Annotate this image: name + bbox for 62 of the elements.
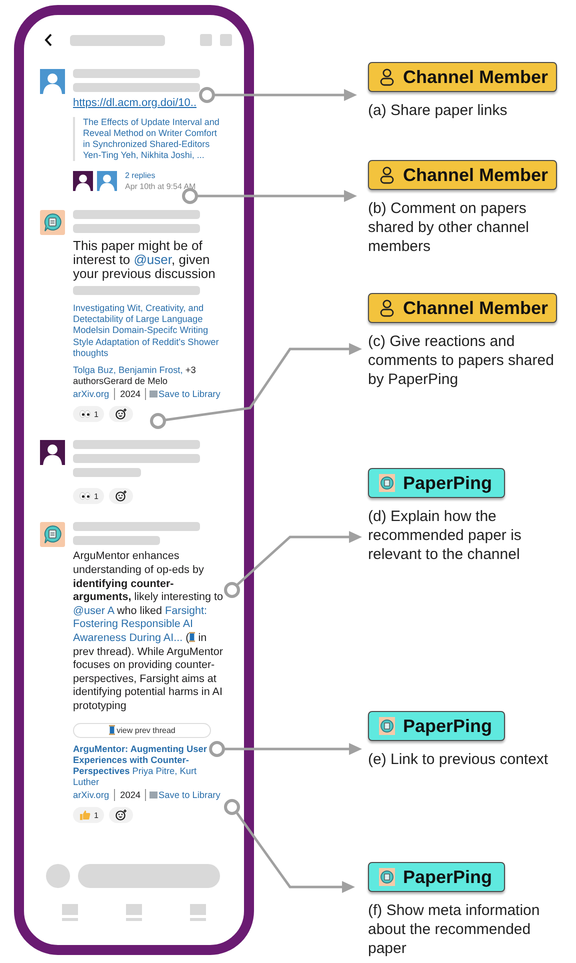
annotation-text: (c) Give reactions and comments to papers shared by PaperPing — [368, 332, 555, 389]
annotation-text: (f) Show meta information about the recommended paper — [368, 901, 541, 958]
bot-icon — [379, 474, 395, 492]
placeholder-tab-icon — [190, 904, 206, 921]
book-icon — [148, 791, 158, 800]
add-emoji-icon — [115, 490, 128, 502]
add-reaction-button[interactable] — [109, 406, 134, 422]
person-icon — [379, 166, 395, 184]
message-text: ArguMentor enhances understanding of op-eds by identifying counter-arguments, likely interesting to @user A who liked Farsight: Fostering Responsible AI Awareness During AI... ( in prev thread). While ArguMentor focuses on providing counter-perspectives, Farsight aims at identifying potential harms in AI prototyping — [73, 550, 224, 714]
back-icon[interactable] — [44, 33, 53, 47]
placeholder-icon — [220, 34, 232, 46]
annotation-text: (e) Link to previous context — [368, 750, 550, 769]
bot-icon — [379, 717, 395, 735]
placeholder-tab-icon — [62, 904, 78, 921]
eyes-icon — [79, 491, 91, 502]
reaction-button[interactable]: 1 — [73, 406, 104, 422]
role-badge: Channel Member — [368, 62, 558, 92]
save-to-library-link[interactable]: Save to Library — [146, 789, 220, 802]
venue-link[interactable]: arXiv.org — [73, 388, 116, 400]
authors-text: Tolga Buz, Benjamin Frost, +3 authorsGerard de Melo — [73, 365, 197, 388]
reaction-button[interactable]: 1 — [73, 807, 104, 824]
role-badge: Channel Member — [368, 293, 558, 323]
year-text: 2024 — [115, 388, 146, 400]
message-text: This paper might be of interest to @user, given your previous discussion — [73, 239, 216, 281]
thread-icon — [108, 725, 115, 736]
annotation-text: (a) Share paper links — [368, 101, 508, 120]
user-mention[interactable]: @user A — [73, 604, 114, 617]
annotation-text: (b) Comment on papers shared by other channel members — [368, 199, 530, 256]
preview-title[interactable]: The Effects of Update Interval and Reveal Method on Writer Comfort in Synchronized Shared-Editors — [83, 117, 225, 150]
reaction-button[interactable]: 1 — [73, 488, 104, 504]
paper-url-link[interactable]: https://dl.acm.org.doi/10.. — [73, 97, 197, 109]
venue-link[interactable]: arXiv.org — [73, 789, 116, 802]
paper-title-link[interactable]: Investigating Wit, Creativity, and Detectability of Large Language Modelsin Domain-Specifc Writing Style Adaptation of Reddit's Shower thoughts — [73, 303, 225, 360]
add-reaction-button[interactable] — [109, 807, 134, 824]
replies-link[interactable]: 2 replies — [125, 170, 196, 181]
book-icon — [148, 390, 158, 398]
add-emoji-icon — [115, 809, 128, 822]
eyes-icon — [79, 409, 91, 420]
annotation-text: (d) Explain how the recommended paper is relevant to the channel — [368, 507, 522, 564]
thread-icon — [189, 632, 196, 642]
authors-link[interactable]: Tolga Buz, Benjamin Frost, — [73, 365, 183, 376]
placeholder-icon — [200, 34, 212, 46]
add-emoji-icon — [115, 408, 128, 420]
thumbs-up-icon — [79, 810, 91, 820]
placeholder-bar — [73, 468, 141, 478]
bot-avatar — [40, 210, 65, 235]
user-mention[interactable]: @user — [134, 252, 172, 267]
save-to-library-link[interactable]: Save to Library — [146, 388, 220, 400]
person-icon — [379, 68, 395, 86]
bot-avatar — [40, 522, 65, 548]
role-badge: PaperPing — [368, 468, 506, 498]
preview-authors: Yen-Ting Yeh, Nikhita Joshi, ... — [83, 150, 206, 161]
placeholder-avatar — [46, 864, 70, 888]
person-icon — [379, 299, 395, 317]
role-badge: Channel Member — [368, 160, 558, 190]
view-prev-thread-button[interactable]: view prev thread — [73, 722, 211, 738]
bot-icon — [379, 868, 395, 886]
role-badge: PaperPing — [368, 711, 506, 741]
add-reaction-button[interactable] — [109, 488, 134, 504]
placeholder-tab-icon — [126, 904, 142, 921]
role-badge: PaperPing — [368, 862, 506, 892]
year-text: 2024 — [115, 789, 146, 802]
